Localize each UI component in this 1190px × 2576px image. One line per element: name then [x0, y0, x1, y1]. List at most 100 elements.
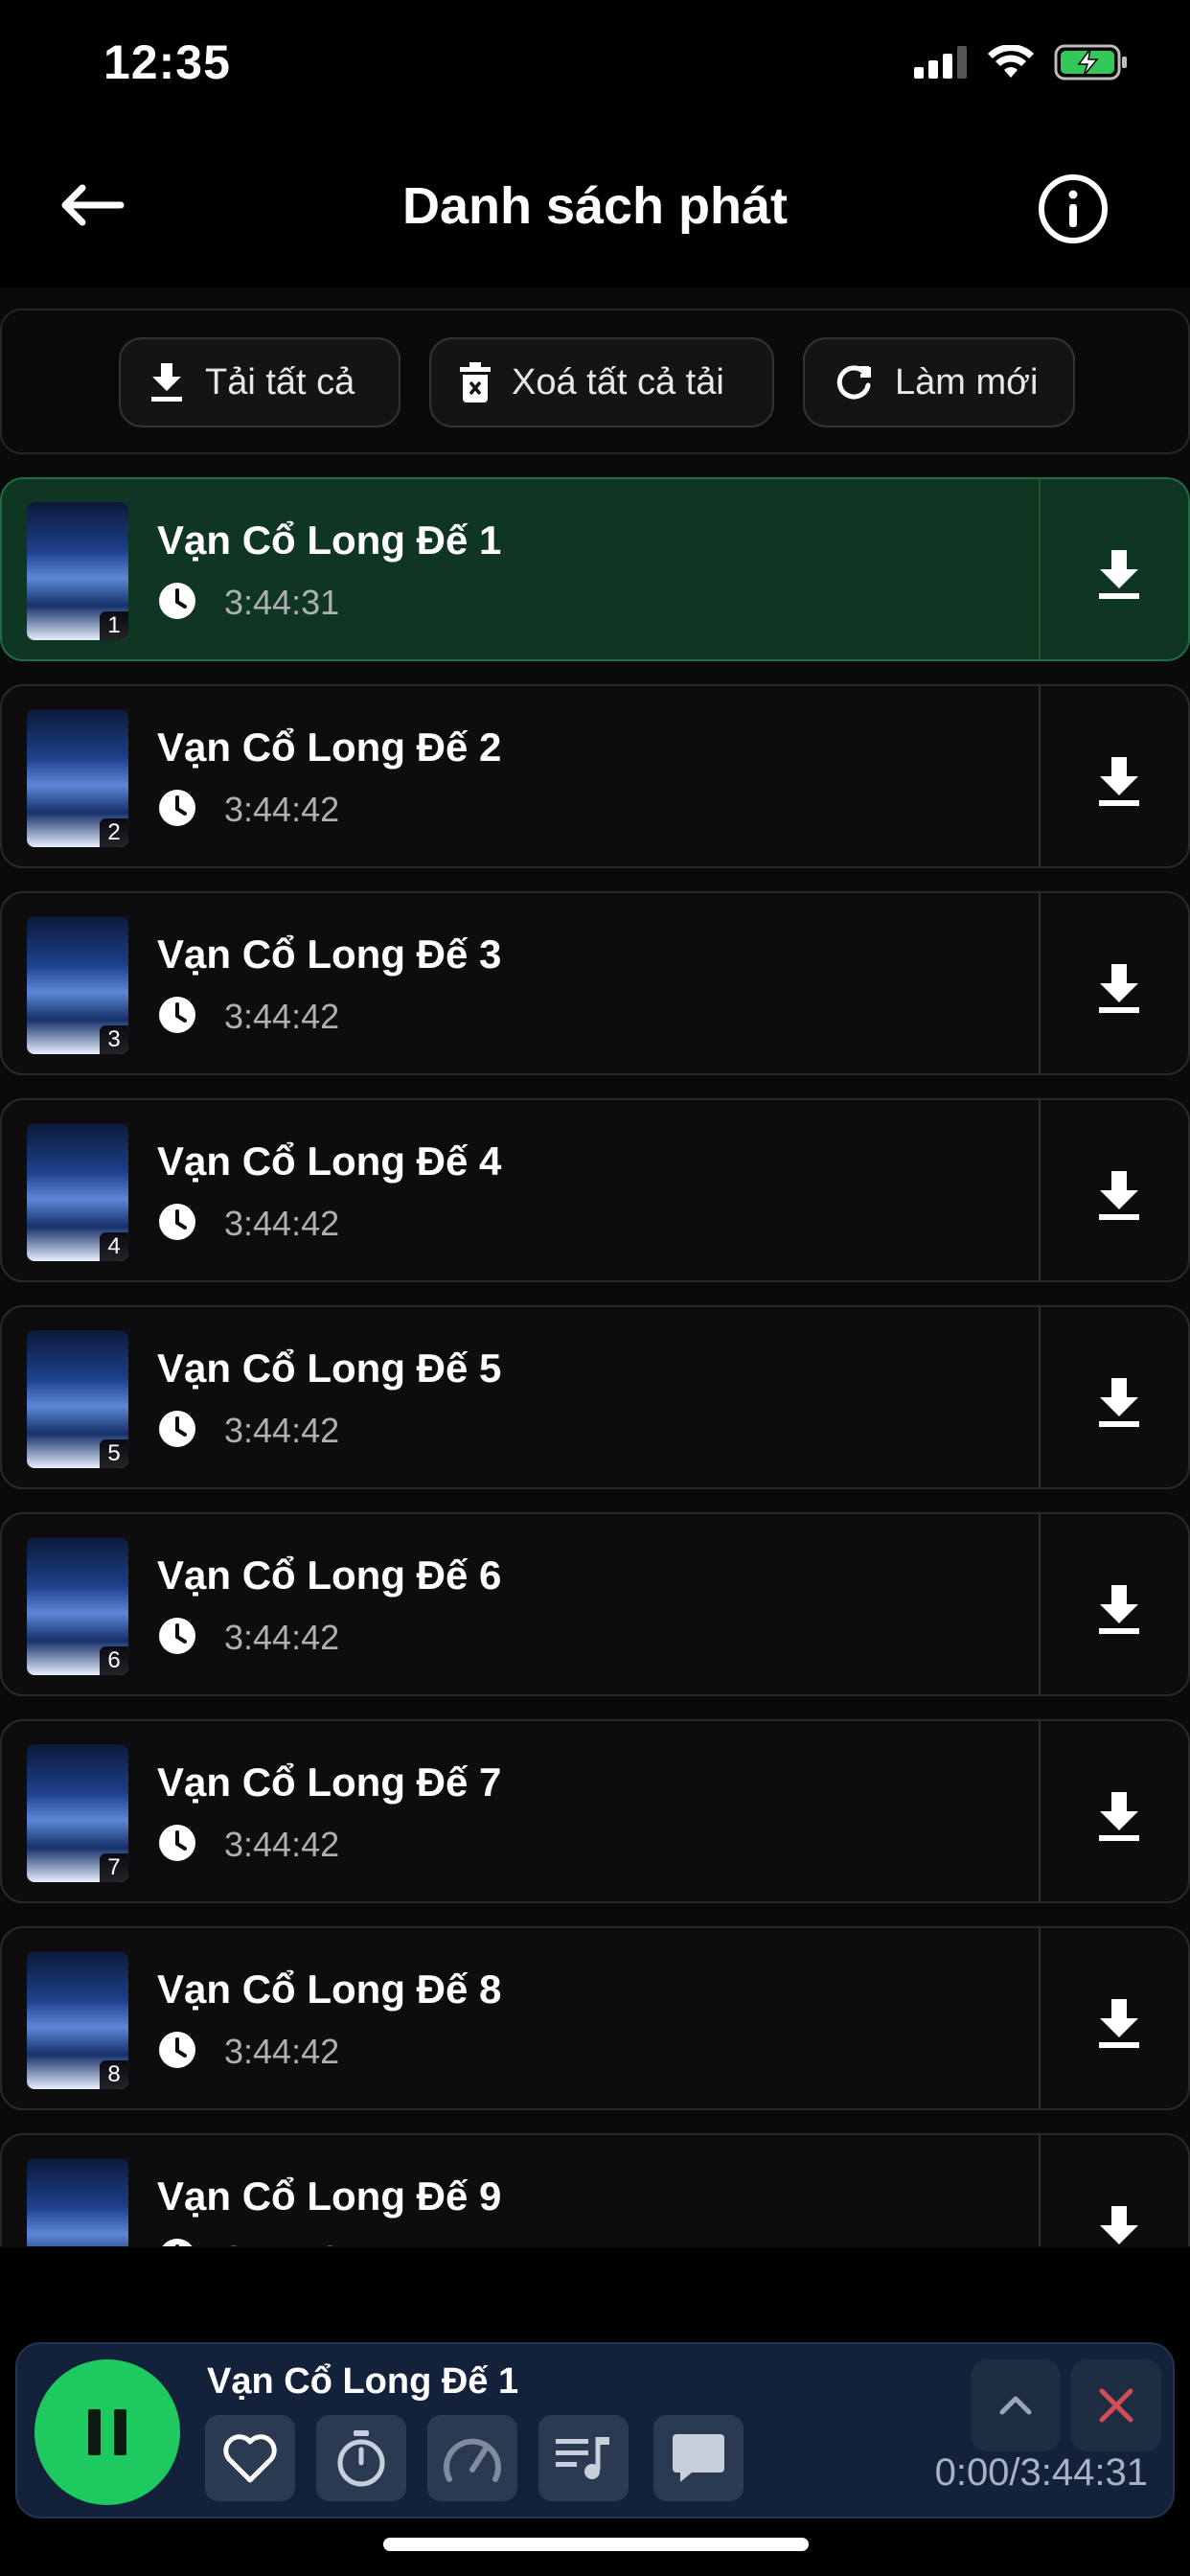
- divider: [1039, 479, 1041, 659]
- sleep-timer-button[interactable]: [316, 2415, 406, 2501]
- battery-charging-icon: [1054, 44, 1127, 80]
- clock-icon: [159, 1825, 195, 1861]
- wifi-icon: [988, 45, 1034, 78]
- track-title: Vạn Cổ Long Đế 8: [157, 1966, 502, 2012]
- clock-icon: [159, 2032, 195, 2068]
- track-number: 2: [100, 818, 128, 847]
- track-title: Vạn Cổ Long Đế 9: [157, 2174, 502, 2219]
- download-all-button[interactable]: Tải tất cả: [119, 337, 400, 427]
- expand-player-button[interactable]: [972, 2359, 1060, 2451]
- track-item[interactable]: 2 Vạn Cổ Long Đế 2 3:44:42: [0, 684, 1190, 868]
- download-toolbar: Tải tất cả Xoá tất cả tải Làm mới: [0, 309, 1190, 454]
- download-icon[interactable]: [1088, 1577, 1150, 1639]
- track-duration: 3:44:42: [224, 1411, 340, 1450]
- track-duration: 3:44:42: [224, 790, 340, 829]
- track-duration: 3:44:42: [224, 1825, 340, 1864]
- page-title: Danh sách phát: [401, 177, 789, 235]
- download-icon[interactable]: [1088, 749, 1150, 811]
- header: Danh sách phát: [0, 125, 1190, 288]
- track-item[interactable]: 1 Vạn Cổ Long Đế 1 3:44:31: [0, 477, 1190, 661]
- heart-icon: [223, 2434, 277, 2483]
- track-item[interactable]: 9 Vạn Cổ Long Đế 9 3:44:42: [0, 2133, 1190, 2246]
- track-item[interactable]: 6 Vạn Cổ Long Đế 6 3:44:42: [0, 1512, 1190, 1696]
- track-duration: 3:44:42: [224, 1204, 340, 1243]
- cover-thumbnail: 7: [27, 1744, 128, 1882]
- divider: [1039, 1100, 1041, 1280]
- cover-thumbnail: 1: [27, 502, 128, 640]
- timer-icon: [337, 2430, 385, 2487]
- pause-button[interactable]: [34, 2359, 180, 2505]
- clock-icon: [159, 583, 195, 619]
- track-title: Vạn Cổ Long Đế 4: [157, 1138, 502, 1184]
- divider: [1039, 686, 1041, 866]
- player-time: 0:00/3:44:31: [934, 2451, 1148, 2494]
- cellular-signal-icon: [914, 46, 967, 79]
- refresh-icon: [836, 365, 871, 400]
- favorite-button[interactable]: [205, 2415, 295, 2501]
- download-icon[interactable]: [1088, 1991, 1150, 2053]
- download-icon[interactable]: [1088, 542, 1150, 604]
- clock-icon: [159, 1618, 195, 1654]
- close-player-button[interactable]: [1071, 2359, 1161, 2451]
- cover-thumbnail: 6: [27, 1537, 128, 1675]
- download-icon: [151, 363, 182, 402]
- cover-thumbnail: 4: [27, 1123, 128, 1261]
- status-time: 12:35: [103, 35, 231, 89]
- download-icon[interactable]: [1088, 1163, 1150, 1225]
- clock-icon: [159, 790, 195, 826]
- info-icon: [1039, 174, 1108, 243]
- mini-player[interactable]: Vạn Cổ Long Đế 1 0:00/3:44:31: [15, 2342, 1175, 2518]
- cover-thumbnail: 3: [27, 916, 128, 1054]
- track-title: Vạn Cổ Long Đế 5: [157, 1346, 502, 1391]
- close-icon: [1099, 2388, 1133, 2423]
- track-title: Vạn Cổ Long Đế 1: [157, 518, 502, 563]
- divider: [1039, 1928, 1041, 2108]
- speedometer-icon: [444, 2438, 501, 2482]
- refresh-button[interactable]: Làm mới: [803, 337, 1075, 427]
- download-icon[interactable]: [1088, 1784, 1150, 1846]
- delete-all-downloads-label: Xoá tất cả tải: [512, 361, 724, 402]
- cover-thumbnail: 8: [27, 1951, 128, 2089]
- track-item[interactable]: 8 Vạn Cổ Long Đế 8 3:44:42: [0, 1926, 1190, 2110]
- cover-thumbnail: 9: [27, 2158, 128, 2246]
- pause-icon: [88, 2409, 126, 2455]
- delete-all-downloads-button[interactable]: Xoá tất cả tải: [429, 337, 774, 427]
- track-title: Vạn Cổ Long Đế 6: [157, 1552, 502, 1598]
- home-indicator[interactable]: [383, 2538, 809, 2551]
- track-number: 8: [100, 2060, 128, 2089]
- download-icon[interactable]: [1088, 1370, 1150, 1432]
- track-duration: 3:44:42: [224, 1618, 340, 1657]
- divider: [1039, 1514, 1041, 1694]
- track-item[interactable]: 3 Vạn Cổ Long Đế 3 3:44:42: [0, 891, 1190, 1075]
- comment-icon: [673, 2434, 724, 2482]
- track-item[interactable]: 4 Vạn Cổ Long Đế 4 3:44:42: [0, 1098, 1190, 1282]
- player-title: Vạn Cổ Long Đế 1: [207, 2361, 519, 2402]
- comments-button[interactable]: [653, 2415, 744, 2501]
- track-item[interactable]: 5 Vạn Cổ Long Đế 5 3:44:42: [0, 1305, 1190, 1489]
- download-all-label: Tải tất cả: [205, 361, 355, 402]
- clock-icon: [159, 1411, 195, 1447]
- track-number: 6: [100, 1646, 128, 1675]
- refresh-label: Làm mới: [895, 361, 1039, 402]
- playlist-button[interactable]: [538, 2415, 629, 2501]
- track-duration: 3:44:42: [224, 2032, 340, 2071]
- clock-icon: [159, 997, 195, 1033]
- track-number: 1: [100, 611, 128, 640]
- divider: [1039, 2135, 1041, 2246]
- track-duration: 3:44:42: [224, 2239, 339, 2246]
- info-button[interactable]: [1037, 172, 1110, 245]
- download-icon[interactable]: [1088, 956, 1150, 1018]
- track-number: 3: [100, 1025, 128, 1054]
- track-title: Vạn Cổ Long Đế 7: [157, 1760, 502, 1805]
- track-duration: 3:44:42: [224, 997, 340, 1036]
- track-number: 5: [100, 1439, 128, 1468]
- track-title: Vạn Cổ Long Đế 3: [157, 932, 502, 977]
- clock-icon: [159, 1204, 195, 1240]
- playback-speed-button[interactable]: [427, 2415, 517, 2501]
- playlist-icon: [556, 2437, 609, 2479]
- track-number: 7: [100, 1853, 128, 1882]
- track-list[interactable]: 1 Vạn Cổ Long Đế 1 3:44:31 2 Vạn Cổ Long…: [0, 475, 1190, 2246]
- divider: [1039, 1307, 1041, 1487]
- download-icon[interactable]: [1088, 2198, 1150, 2246]
- track-item[interactable]: 7 Vạn Cổ Long Đế 7 3:44:42: [0, 1719, 1190, 1903]
